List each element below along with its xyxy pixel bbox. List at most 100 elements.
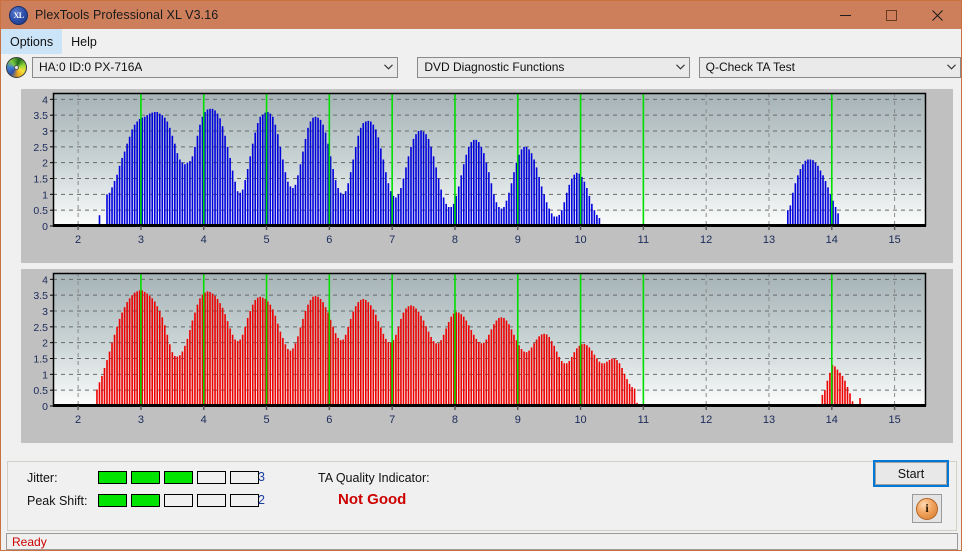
svg-text:4: 4	[201, 234, 207, 246]
svg-text:3.5: 3.5	[33, 110, 48, 122]
svg-text:0.5: 0.5	[33, 205, 48, 217]
jitter-label: Jitter:	[27, 471, 58, 485]
svg-text:0: 0	[42, 401, 48, 413]
jitter-meter	[98, 471, 259, 484]
peakshift-chart-svg: 0 0.5 1 1.5 2 2.5 3 3.5 4 2 3 4 5 6 7 8 9 10 11 12 13 14 15	[21, 269, 953, 443]
svg-text:9: 9	[515, 414, 521, 426]
peak-shift-meter	[98, 494, 259, 507]
svg-text:2.5: 2.5	[33, 142, 48, 154]
meter-cell	[131, 494, 160, 507]
status-bar: Ready	[6, 533, 958, 550]
info-button[interactable]: i	[912, 494, 942, 523]
svg-text:5: 5	[263, 234, 269, 246]
svg-text:15: 15	[888, 414, 900, 426]
svg-text:3.5: 3.5	[33, 290, 48, 302]
meter-cell	[164, 494, 193, 507]
menu-item-help[interactable]: Help	[62, 29, 106, 54]
svg-text:11: 11	[638, 234, 649, 246]
peakshift-chart-panel: 0 0.5 1 1.5 2 2.5 3 3.5 4 2 3 4 5 6 7 8 9 10 11 12 13 14 15	[21, 269, 953, 443]
drive-select-value: HA:0 ID:0 PX-716A	[39, 60, 143, 74]
jitter-chart-svg: 0 0.5 1 1.5 2 2.5 3 3.5 4 2 3 4 5 6 7 8 9 10 11 12 13 14 15	[21, 89, 953, 263]
app-icon-text: XL	[13, 10, 24, 20]
meter-cell	[98, 494, 127, 507]
svg-text:14: 14	[826, 234, 838, 246]
svg-text:15: 15	[888, 234, 900, 246]
svg-text:8: 8	[452, 414, 458, 426]
jitter-chart: 0 0.5 1 1.5 2 2.5 3 3.5 4 2 3 4 5 6 7 8 9 10 11 12 13 14 15	[21, 89, 953, 263]
svg-text:0.5: 0.5	[33, 385, 48, 397]
svg-text:1: 1	[42, 189, 48, 201]
svg-text:11: 11	[638, 414, 649, 426]
function-category-value: DVD Diagnostic Functions	[424, 60, 565, 74]
meter-cell	[197, 494, 226, 507]
status-text: Ready	[12, 534, 47, 549]
svg-text:3: 3	[138, 414, 144, 426]
svg-text:6: 6	[326, 414, 332, 426]
svg-text:4: 4	[42, 274, 48, 286]
peak-shift-label: Peak Shift:	[27, 494, 88, 508]
svg-text:14: 14	[826, 414, 838, 426]
svg-text:10: 10	[574, 234, 586, 246]
peakshift-chart: 0 0.5 1 1.5 2 2.5 3 3.5 4 2 3 4 5 6 7 8 9 10 11 12 13 14 15	[21, 269, 953, 443]
results-panel: Jitter: 3 Peak Shift: 2 TA Quality Indic…	[7, 461, 957, 531]
svg-text:2: 2	[42, 158, 48, 170]
jitter-chart-panel: 0 0.5 1 1.5 2 2.5 3 3.5 4 2 3 4 5 6 7 8 9 10 11 12 13 14 15	[21, 89, 953, 263]
info-icon: i	[916, 497, 938, 520]
maximize-icon[interactable]	[868, 1, 914, 29]
jitter-value: 3	[258, 470, 265, 484]
svg-text:2: 2	[42, 338, 48, 350]
svg-text:13: 13	[763, 414, 775, 426]
drive-select[interactable]: HA:0 ID:0 PX-716A	[32, 56, 399, 78]
svg-text:1.5: 1.5	[33, 354, 48, 366]
svg-text:3: 3	[42, 126, 48, 138]
svg-text:4: 4	[42, 94, 48, 106]
meter-cell	[230, 471, 259, 484]
meter-cell	[98, 471, 127, 484]
svg-text:2: 2	[75, 414, 81, 426]
svg-text:9: 9	[515, 234, 521, 246]
disc-icon	[6, 56, 27, 78]
menu-item-options[interactable]: Options	[1, 29, 63, 54]
minimize-icon[interactable]	[822, 1, 868, 29]
svg-text:10: 10	[574, 414, 586, 426]
meter-cell	[197, 471, 226, 484]
close-icon[interactable]	[914, 1, 961, 29]
start-button[interactable]: Start	[873, 460, 949, 487]
test-select-value: Q-Check TA Test	[705, 60, 795, 74]
svg-text:0: 0	[42, 221, 48, 233]
chevron-down-icon[interactable]	[943, 58, 960, 77]
svg-text:7: 7	[389, 234, 395, 246]
svg-text:2: 2	[75, 234, 81, 246]
svg-text:3: 3	[138, 234, 144, 246]
chevron-down-icon[interactable]	[380, 58, 397, 77]
svg-text:5: 5	[263, 414, 269, 426]
title-bar: XL PlexTools Professional XL V3.16	[1, 1, 961, 29]
chevron-down-icon[interactable]	[672, 58, 689, 77]
ta-quality-label: TA Quality Indicator:	[318, 471, 430, 485]
meter-cell	[164, 471, 193, 484]
svg-text:6: 6	[326, 234, 332, 246]
meter-cell	[230, 494, 259, 507]
meter-cell	[131, 471, 160, 484]
svg-text:2.5: 2.5	[33, 322, 48, 334]
svg-text:4: 4	[201, 414, 207, 426]
info-icon-glyph: i	[925, 501, 929, 515]
svg-text:8: 8	[452, 234, 458, 246]
app-xl-icon: XL	[9, 5, 28, 25]
ta-quality-value: Not Good	[338, 491, 407, 508]
svg-text:12: 12	[700, 234, 712, 246]
svg-text:1: 1	[42, 369, 48, 381]
svg-text:7: 7	[389, 414, 395, 426]
svg-text:12: 12	[700, 414, 712, 426]
window-controls	[822, 1, 961, 29]
toolbar: HA:0 ID:0 PX-716A DVD Diagnostic Functio…	[1, 54, 961, 80]
app-window: XL PlexTools Professional XL V3.16 Optio…	[0, 0, 962, 551]
menu-bar: Options Help	[1, 29, 961, 54]
peak-shift-value: 2	[258, 493, 265, 507]
svg-text:3: 3	[42, 306, 48, 318]
function-category-select[interactable]: DVD Diagnostic Functions	[417, 56, 690, 78]
svg-text:13: 13	[763, 234, 775, 246]
svg-text:1.5: 1.5	[33, 174, 48, 186]
test-select[interactable]: Q-Check TA Test	[698, 56, 961, 78]
window-title: PlexTools Professional XL V3.16	[35, 8, 219, 22]
